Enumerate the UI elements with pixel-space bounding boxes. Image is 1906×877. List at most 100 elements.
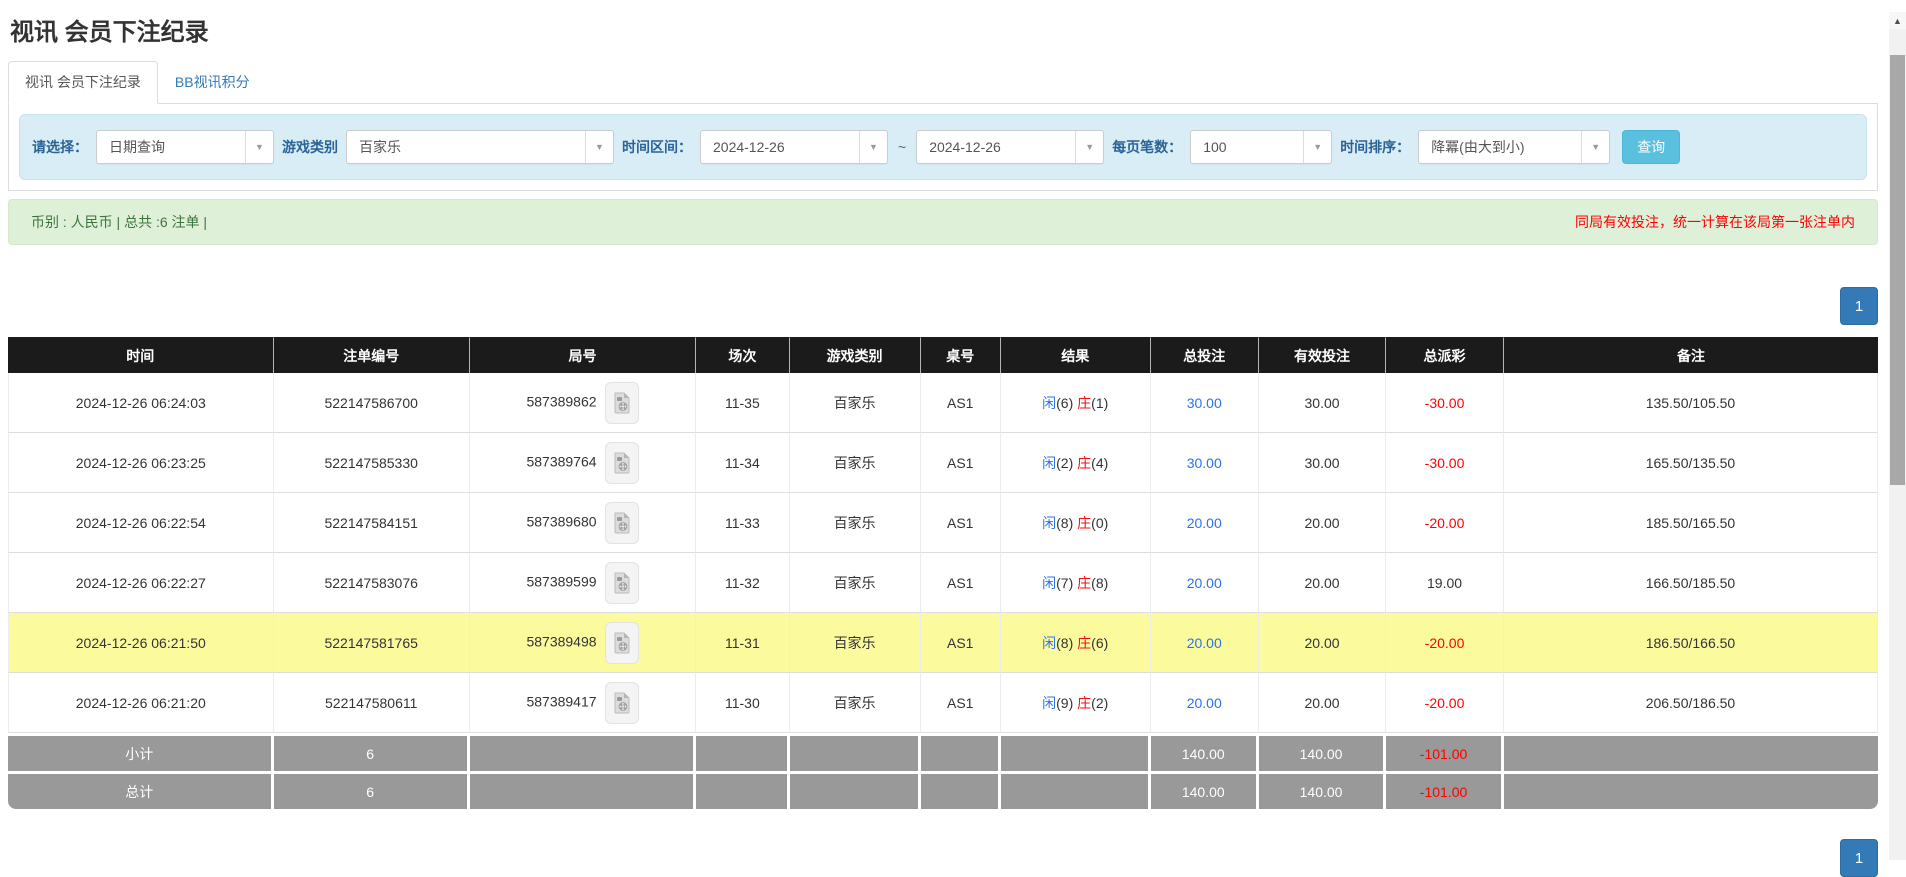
result-player-count: (6) [1056,395,1073,411]
column-header: 总派彩 [1386,337,1504,373]
cell-total-bet: 30.00 [1151,433,1259,493]
cell-total-bet: 30.00 [1151,373,1259,433]
page-1-button[interactable]: 1 [1840,839,1878,877]
vertical-scrollbar[interactable]: ▲ [1889,12,1906,860]
video-replay-button[interactable] [605,562,639,604]
cell-table-no: AS1 [921,673,1001,733]
footer-remark [1504,733,1878,771]
cell-valid-bet: 20.00 [1259,613,1386,673]
tab-bar: 视讯 会员下注纪录 BB视讯积分 [8,61,1878,104]
column-header: 场次 [696,337,789,373]
cell-total-bet: 20.00 [1151,613,1259,673]
cell-valid-bet: 30.00 [1259,433,1386,493]
footer-valid-bet: 140.00 [1259,771,1386,809]
video-replay-button[interactable] [605,622,639,664]
scroll-up-arrow-icon[interactable]: ▲ [1889,12,1906,29]
search-button[interactable]: 查询 [1622,130,1680,164]
cell-remark: 135.50/105.50 [1504,373,1878,433]
video-file-icon [613,392,631,414]
footer-count: 6 [274,771,470,809]
page-size-value: 100 [1191,131,1303,163]
column-header: 总投注 [1151,337,1259,373]
cell-bet-id: 522147586700 [274,373,470,433]
total-bet-link[interactable]: 20.00 [1187,575,1222,591]
video-replay-button[interactable] [605,382,639,424]
query-type-select[interactable]: 日期查询 ▼ [96,130,274,164]
video-replay-button[interactable] [605,682,639,724]
cell-result: 闲(6) 庄(1) [1001,373,1151,433]
table-row: 2024-12-26 06:21:20 522147580611 5873894… [8,673,1878,733]
select-type-label: 请选择： [32,137,88,157]
date-to-select[interactable]: 2024-12-26 ▼ [916,130,1104,164]
result-player-count: (8) [1056,515,1073,531]
table-row: 2024-12-26 06:22:27 522147583076 5873895… [8,553,1878,613]
scrollbar-thumb[interactable] [1890,55,1905,485]
game-type-label: 游戏类别 [282,137,338,157]
result-player: 闲 [1042,395,1056,411]
footer-valid-bet: 140.00 [1259,733,1386,771]
cell-remark: 186.50/166.50 [1504,613,1878,673]
cell-payout: -20.00 [1386,493,1504,553]
betting-records-table: 时间注单编号局号场次游戏类别桌号结果总投注有效投注总派彩备注 2024-12-2… [8,337,1878,809]
cell-table-no: AS1 [921,613,1001,673]
sort-order-select[interactable]: 降冪(由大到小) ▼ [1418,130,1610,164]
column-header: 时间 [8,337,274,373]
footer-total-bet: 140.00 [1151,733,1259,771]
cell-session: 11-31 [696,613,789,673]
table-footer-row: 小计 6 140.00 140.00 -101.00 [8,733,1878,771]
footer-label: 小计 [8,733,274,771]
cell-table-no: AS1 [921,493,1001,553]
same-round-notice: 同局有效投注，统一计算在该局第一张注单内 [1575,212,1855,232]
column-header: 局号 [470,337,696,373]
tab-bb-video-points[interactable]: BB视讯积分 [158,61,267,103]
cell-remark: 165.50/135.50 [1504,433,1878,493]
cell-game-type: 百家乐 [790,373,921,433]
cell-bet-id: 522147585330 [274,433,470,493]
page-size-select[interactable]: 100 ▼ [1190,130,1332,164]
result-player-count: (8) [1056,635,1073,651]
cell-result: 闲(2) 庄(4) [1001,433,1151,493]
cell-session: 11-35 [696,373,789,433]
date-from-select[interactable]: 2024-12-26 ▼ [700,130,888,164]
page-size-label: 每页笔数： [1112,137,1182,157]
cell-time: 2024-12-26 06:24:03 [8,373,274,433]
cell-bet-id: 522147583076 [274,553,470,613]
cell-session: 11-32 [696,553,789,613]
tab-betting-records[interactable]: 视讯 会员下注纪录 [8,61,158,104]
cell-remark: 185.50/165.50 [1504,493,1878,553]
video-replay-button[interactable] [605,502,639,544]
footer-empty [790,733,921,771]
column-header: 注单编号 [274,337,470,373]
table-header-row: 时间注单编号局号场次游戏类别桌号结果总投注有效投注总派彩备注 [8,337,1878,373]
cell-bet-id: 522147580611 [274,673,470,733]
cell-game-type: 百家乐 [790,493,921,553]
result-player: 闲 [1042,455,1056,471]
video-file-icon [613,632,631,654]
footer-empty [1001,771,1151,809]
total-bet-link[interactable]: 30.00 [1187,455,1222,471]
result-banker-count: (6) [1091,635,1108,651]
cell-total-bet: 20.00 [1151,493,1259,553]
total-bet-link[interactable]: 30.00 [1187,395,1222,411]
summary-bar: 币别 : 人民币 | 总共 :6 注单 | 同局有效投注，统一计算在该局第一张注… [8,199,1878,245]
result-player-count: (2) [1056,455,1073,471]
table-row: 2024-12-26 06:21:50 522147581765 5873894… [8,613,1878,673]
column-header: 有效投注 [1259,337,1386,373]
video-file-icon [613,692,631,714]
game-type-select[interactable]: 百家乐 ▼ [346,130,614,164]
total-bet-link[interactable]: 20.00 [1187,635,1222,651]
page-1-button[interactable]: 1 [1840,287,1878,325]
cell-total-bet: 20.00 [1151,673,1259,733]
cell-round: 587389498 [470,613,696,673]
total-bet-link[interactable]: 20.00 [1187,695,1222,711]
round-id: 587389680 [526,513,596,529]
total-bet-link[interactable]: 20.00 [1187,515,1222,531]
round-id: 587389498 [526,633,596,649]
result-banker: 庄 [1077,455,1091,471]
footer-empty [921,771,1001,809]
cell-round: 587389862 [470,373,696,433]
cell-valid-bet: 30.00 [1259,373,1386,433]
footer-empty [470,733,696,771]
video-replay-button[interactable] [605,442,639,484]
cell-table-no: AS1 [921,553,1001,613]
